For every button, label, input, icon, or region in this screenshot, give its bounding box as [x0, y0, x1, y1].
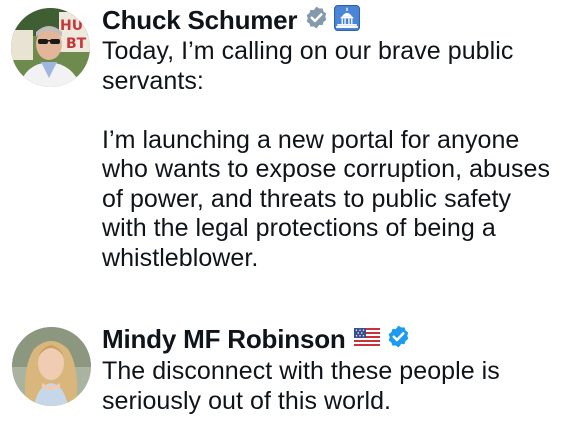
svg-text:HU: HU	[60, 18, 83, 34]
post-text: Today, I’m calling on our brave public s…	[102, 37, 550, 272]
post-header: Chuck Schumer	[102, 3, 560, 37]
display-name[interactable]: Chuck Schumer	[102, 5, 298, 36]
us-flag-icon	[353, 327, 380, 351]
post: Mindy MF Robinson The disconnect with th…	[0, 318, 568, 430]
post-text: The disconnect with these people is seri…	[102, 357, 507, 415]
post-content: Chuck Schumer Today, I’m calling on our …	[102, 3, 560, 273]
post: HU BT Chuck Schumer Today, I’m calling o…	[0, 0, 568, 318]
avatar-photo: HU BT	[11, 8, 90, 87]
avatar[interactable]: HU BT	[11, 8, 90, 87]
post-content: Mindy MF Robinson The disconnect with th…	[102, 322, 560, 416]
avatar[interactable]	[12, 327, 91, 406]
us-capitol-icon[interactable]	[334, 4, 361, 36]
display-name[interactable]: Mindy MF Robinson	[102, 324, 346, 355]
verified-blue-icon[interactable]	[386, 324, 411, 354]
avatar-photo	[12, 327, 91, 406]
post-header: Mindy MF Robinson	[102, 322, 560, 356]
svg-text:BT: BT	[66, 36, 87, 52]
verified-gray-icon[interactable]	[304, 5, 329, 35]
